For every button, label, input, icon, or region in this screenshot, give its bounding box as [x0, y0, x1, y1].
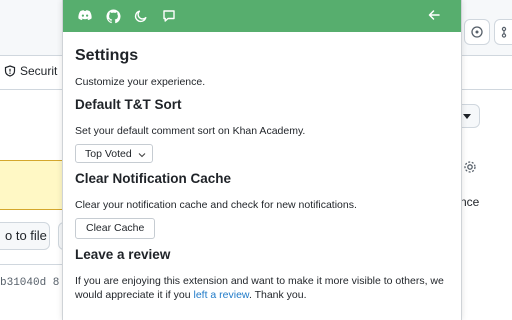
moon-icon[interactable] — [133, 8, 149, 24]
sort-select[interactable]: Top Voted — [75, 144, 153, 163]
clear-cache-button[interactable]: Clear Cache — [75, 218, 156, 239]
chat-icon[interactable] — [161, 8, 177, 24]
background-side-text: nce — [460, 195, 480, 209]
review-text: If you are enjoying this extension and w… — [75, 274, 449, 302]
review-text-after: . Thank you. — [248, 289, 307, 301]
review-link[interactable]: left a review — [193, 289, 248, 301]
shield-alert-icon — [4, 65, 16, 77]
popup-body: Settings Customize your experience. Defa… — [63, 32, 461, 302]
background-pr-button[interactable] — [494, 19, 512, 45]
discord-icon[interactable] — [77, 8, 93, 24]
sort-section-heading: Default T&T Sort — [75, 97, 182, 112]
cache-section-heading: Clear Notification Cache — [75, 171, 232, 186]
arrow-left-icon[interactable] — [427, 8, 443, 24]
chevron-down-icon — [138, 150, 146, 158]
background-watch-button[interactable] — [464, 19, 490, 45]
sort-section-description: Set your default comment sort on Khan Ac… — [75, 125, 306, 137]
circle-dot-icon — [471, 26, 483, 38]
popup-header — [63, 0, 461, 32]
page-title: Settings — [75, 47, 139, 64]
pull-request-icon — [501, 26, 507, 38]
page-subtitle: Customize your experience. — [75, 76, 206, 88]
background-notice-banner — [0, 160, 62, 210]
gear-icon[interactable] — [463, 160, 477, 178]
review-section-heading: Leave a review — [75, 247, 171, 262]
cache-section-description: Clear your notification cache and check … — [75, 199, 357, 211]
background-tab-security[interactable]: Securit — [4, 64, 57, 78]
background-security-label: Securit — [20, 64, 58, 78]
background-divider — [0, 264, 62, 265]
sort-select-value: Top Voted — [85, 147, 132, 160]
background-go-to-file-button[interactable]: o to file — [0, 222, 50, 250]
extension-popup: Settings Customize your experience. Defa… — [62, 0, 462, 320]
github-icon[interactable] — [105, 8, 121, 24]
